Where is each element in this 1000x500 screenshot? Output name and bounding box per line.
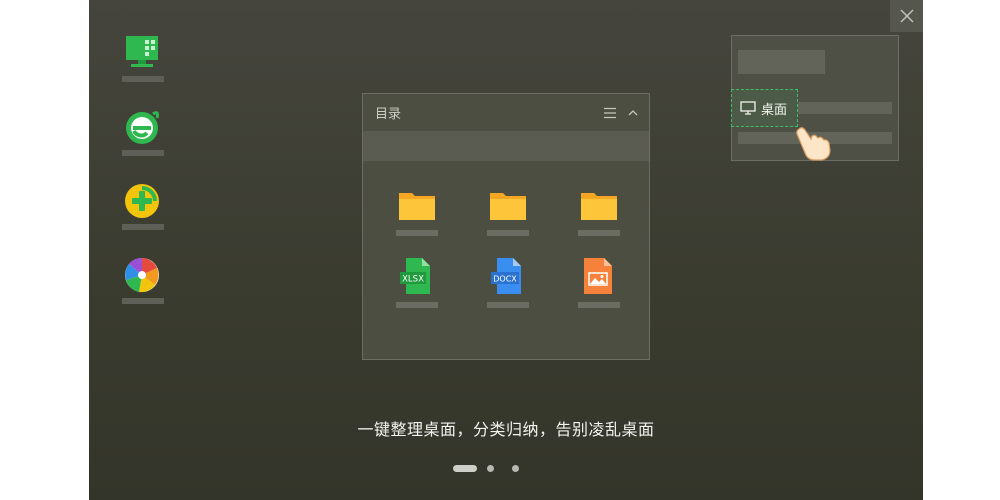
desktop-app-security[interactable]: [121, 182, 165, 256]
docx-file-icon: DOCX: [491, 258, 521, 294]
green-e-browser-icon: [126, 111, 159, 144]
file-label-placeholder: [396, 302, 438, 308]
page-dot-2[interactable]: [487, 465, 494, 472]
xlsx-file-icon: XLSX: [400, 258, 430, 294]
file-label-placeholder: [578, 230, 620, 236]
page-dot-1[interactable]: [453, 465, 477, 472]
chevron-up-icon[interactable]: [627, 108, 639, 118]
desktop-app-photo[interactable]: [121, 256, 165, 330]
folder-icon: [399, 193, 435, 220]
desktop-icon-column: [121, 34, 165, 330]
icon-label-placeholder: [122, 150, 164, 156]
page-dot-3[interactable]: [512, 465, 519, 472]
close-button[interactable]: [890, 0, 923, 32]
desktop-chip[interactable]: 桌面: [731, 89, 798, 127]
docx-badge-text: DOCX: [493, 275, 517, 284]
directory-header: 目录: [363, 94, 649, 131]
xlsx-badge-text: XLSX: [402, 275, 424, 285]
monitor-grid-icon: [126, 36, 158, 67]
desktop-app-browser[interactable]: [121, 108, 165, 182]
page-indicator: [453, 465, 519, 472]
desktop-chip-label: 桌面: [761, 102, 788, 118]
directory-title: 目录: [375, 107, 402, 122]
icon-label-placeholder: [122, 76, 164, 82]
image-file-icon: [584, 258, 612, 294]
folder-icon: [581, 193, 617, 220]
pinwheel-icon: [125, 257, 159, 293]
onboarding-stage: 目录 XLSX DOCX 桌面 一键整理桌面，分类归纳，告别凌乱桌面: [89, 0, 923, 500]
monitor-icon: [740, 101, 756, 115]
icon-label-placeholder: [122, 224, 164, 230]
file-label-placeholder: [396, 230, 438, 236]
icon-label-placeholder: [122, 298, 164, 304]
panel-placeholder-bar: [738, 50, 825, 74]
panel-placeholder-bar: [798, 102, 892, 114]
file-label-placeholder: [487, 230, 529, 236]
file-label-placeholder: [578, 302, 620, 308]
onboarding-tagline: 一键整理桌面，分类归纳，告别凌乱桌面: [357, 420, 655, 439]
desktop-app-monitor[interactable]: [121, 34, 165, 108]
menu-icon[interactable]: [603, 107, 617, 119]
pointing-hand-icon: [796, 127, 831, 161]
plus-shield-icon: [125, 184, 159, 218]
file-label-placeholder: [487, 302, 529, 308]
close-icon: [900, 9, 914, 23]
directory-window: 目录 XLSX DOCX: [362, 93, 650, 360]
directory-search-strip: [363, 131, 649, 161]
folder-icon: [490, 193, 526, 220]
